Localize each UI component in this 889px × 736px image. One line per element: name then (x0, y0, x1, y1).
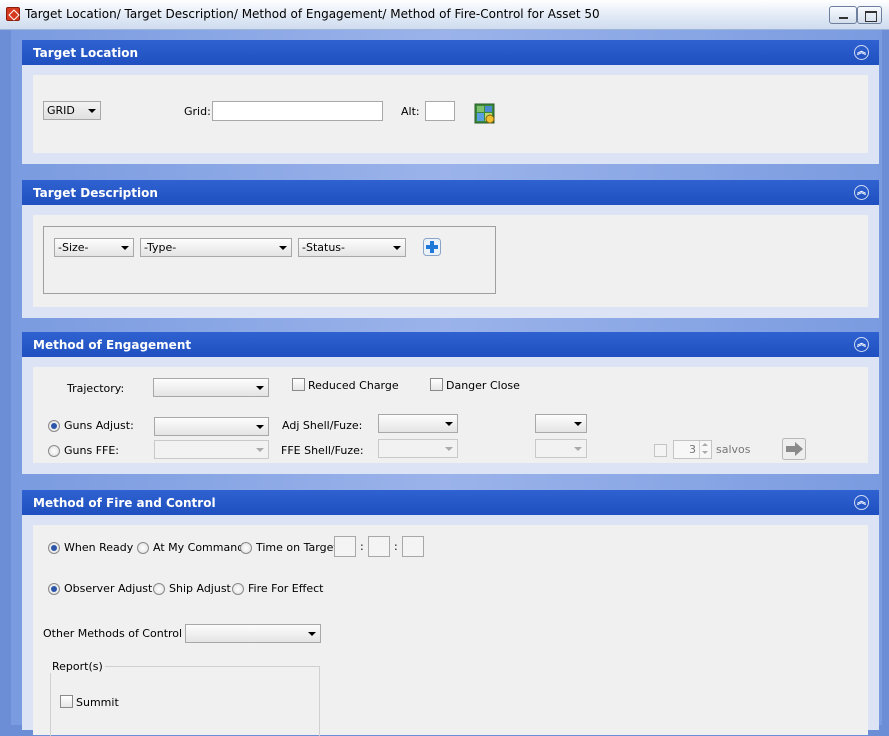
target-description-body: -Size- -Type- -Status- (33, 215, 868, 307)
tot-minutes-input[interactable] (368, 536, 390, 557)
method-of-fire-header[interactable]: Method of Fire and Control ︽ (22, 490, 879, 515)
ffe-shell-select[interactable] (378, 439, 458, 458)
danger-close-label: Danger Close (446, 379, 520, 392)
when-ready-label: When Ready (64, 541, 134, 554)
salvos-label: salvos (716, 443, 751, 456)
target-description-panel: Target Description ︽ -Size- -Type- -Stat… (22, 180, 879, 318)
description-group-box (43, 226, 496, 294)
guns-ffe-label: Guns FFE: (64, 444, 120, 457)
target-location-body: GRID Grid: Alt: (33, 75, 868, 153)
guns-adjust-radio[interactable] (48, 420, 60, 432)
at-my-command-radio[interactable] (137, 542, 149, 554)
ship-adjust-radio[interactable] (153, 583, 165, 595)
coord-type-value: GRID (47, 104, 75, 117)
minimize-button[interactable] (829, 6, 857, 24)
ffe-fuze-select[interactable] (535, 439, 587, 458)
size-value: -Size- (58, 241, 89, 254)
summit-checkbox[interactable] (60, 695, 73, 708)
method-of-fire-body: When Ready At My Command Time on Target … (33, 525, 868, 736)
time-separator: : (394, 540, 398, 553)
reports-label: Report(s) (50, 660, 105, 673)
other-methods-label: Other Methods of Control (43, 627, 183, 640)
collapse-icon[interactable]: ︽ (854, 45, 869, 60)
observer-adjust-label: Observer Adjust (64, 582, 153, 595)
when-ready-radio[interactable] (48, 542, 60, 554)
time-on-target-label: Time on Target (256, 541, 338, 554)
tot-hours-input[interactable] (334, 536, 356, 557)
time-separator: : (360, 540, 364, 553)
fire-for-effect-label: Fire For Effect (248, 582, 324, 595)
status-select[interactable]: -Status- (298, 238, 406, 257)
guns-ffe-radio[interactable] (48, 445, 60, 457)
tot-seconds-input[interactable] (402, 536, 424, 557)
adj-shell-select[interactable] (378, 414, 458, 433)
time-on-target-radio[interactable] (240, 542, 252, 554)
salvos-spinner[interactable]: 3 (673, 440, 712, 459)
reduced-charge-label: Reduced Charge (308, 379, 399, 392)
type-value: -Type- (144, 241, 177, 254)
type-select[interactable]: -Type- (140, 238, 292, 257)
summit-label: Summit (76, 696, 119, 709)
adj-fuze-select[interactable] (535, 414, 587, 433)
title-bar: Target Location/ Target Description/ Met… (0, 0, 889, 30)
other-methods-select[interactable] (185, 624, 321, 643)
method-of-engagement-title: Method of Engagement (33, 338, 192, 352)
alt-label: Alt: (401, 105, 420, 118)
method-of-fire-panel: Method of Fire and Control ︽ When Ready … (22, 490, 879, 736)
grid-input[interactable] (212, 101, 383, 121)
plus-icon[interactable] (423, 238, 441, 256)
grid-label: Grid: (184, 105, 211, 118)
maximize-button[interactable] (857, 6, 882, 24)
reduced-charge-checkbox[interactable] (292, 378, 305, 391)
alt-input[interactable] (425, 101, 455, 121)
fire-for-effect-radio[interactable] (232, 583, 244, 595)
guns-ffe-select[interactable] (154, 440, 269, 459)
ship-adjust-label: Ship Adjust (169, 582, 231, 595)
ffe-shell-fuze-label: FFE Shell/Fuze: (281, 444, 364, 457)
method-of-engagement-header[interactable]: Method of Engagement ︽ (22, 332, 879, 357)
target-location-title: Target Location (33, 46, 139, 60)
target-location-header[interactable]: Target Location ︽ (22, 40, 879, 65)
spinner-arrows-icon[interactable] (699, 441, 711, 458)
map-icon[interactable] (474, 103, 496, 125)
coord-type-select[interactable]: GRID (43, 101, 101, 120)
method-of-engagement-body: Trajectory: Reduced Charge Danger Close … (33, 367, 868, 463)
method-of-fire-title: Method of Fire and Control (33, 496, 216, 510)
collapse-icon[interactable]: ︽ (854, 185, 869, 200)
target-location-panel: Target Location ︽ GRID Grid: Alt: (22, 40, 879, 164)
app-icon (6, 7, 20, 21)
arrow-right-icon[interactable] (782, 438, 806, 460)
adj-shell-fuze-label: Adj Shell/Fuze: (282, 419, 363, 432)
guns-adjust-label: Guns Adjust: (64, 419, 134, 432)
trajectory-label: Trajectory: (67, 382, 125, 395)
at-my-command-label: At My Command (153, 541, 245, 554)
collapse-icon[interactable]: ︽ (854, 495, 869, 510)
guns-adjust-select[interactable] (154, 417, 269, 436)
status-value: -Status- (302, 241, 345, 254)
method-of-engagement-panel: Method of Engagement ︽ Trajectory: Reduc… (22, 332, 879, 474)
salvos-checkbox[interactable] (654, 444, 667, 457)
target-description-header[interactable]: Target Description ︽ (22, 180, 879, 205)
target-description-title: Target Description (33, 186, 158, 200)
window-content: Target Location ︽ GRID Grid: Alt: Target… (11, 30, 882, 736)
trajectory-select[interactable] (153, 378, 269, 397)
size-select[interactable]: -Size- (54, 238, 134, 257)
collapse-icon[interactable]: ︽ (854, 337, 869, 352)
salvos-value: 3 (689, 443, 696, 456)
window-title: Target Location/ Target Description/ Met… (25, 7, 600, 21)
observer-adjust-radio[interactable] (48, 583, 60, 595)
danger-close-checkbox[interactable] (430, 378, 443, 391)
